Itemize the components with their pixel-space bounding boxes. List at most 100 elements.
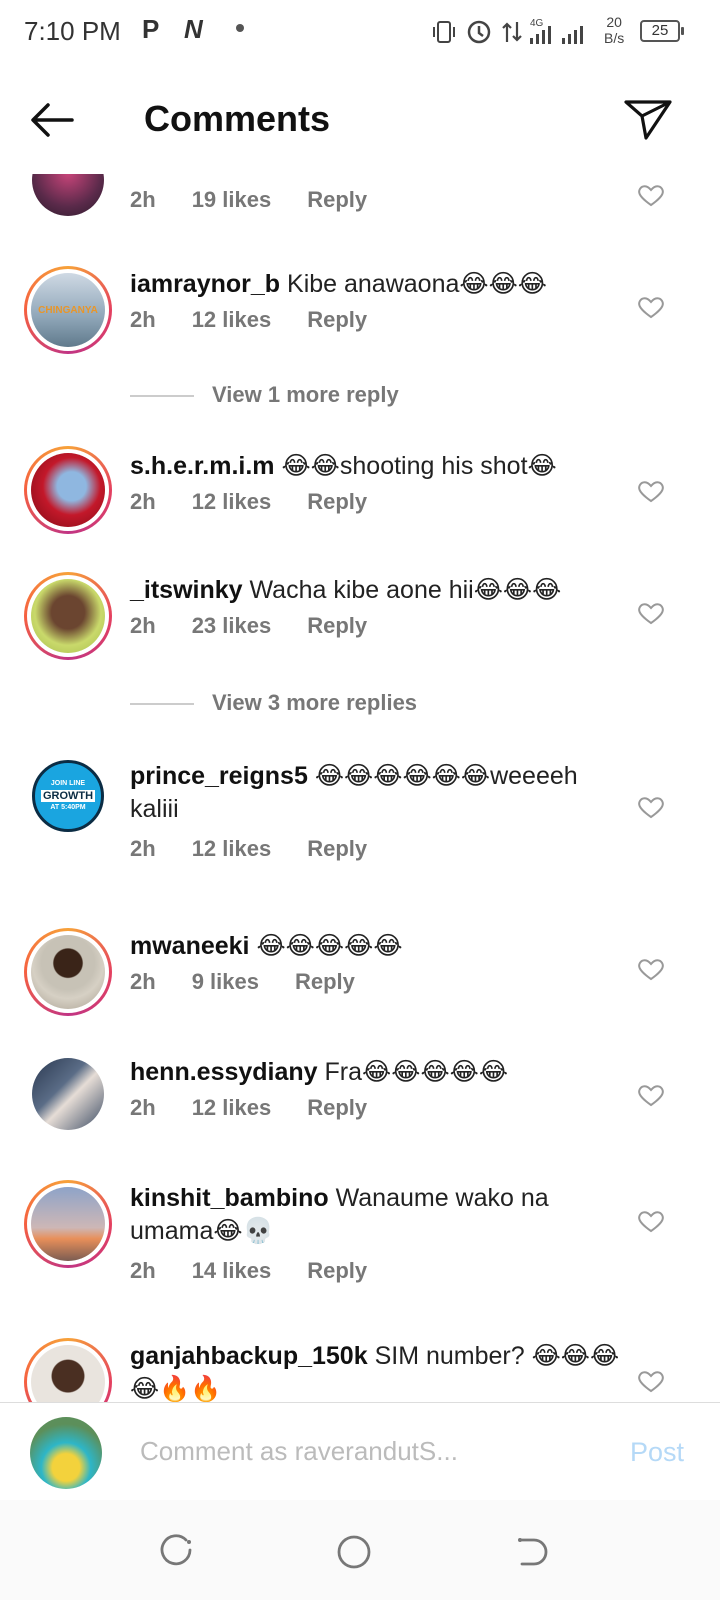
comment-likes[interactable]: 12 likes [192, 1095, 272, 1120]
comment-username[interactable]: mwaneeki [130, 932, 250, 960]
comment-likes[interactable]: 12 likes [192, 489, 272, 514]
comment-likes[interactable]: 9 likes [192, 969, 259, 994]
comment-content: Fra😂😂😂😂😂 [324, 1058, 509, 1086]
divider [130, 703, 194, 706]
comment-likes[interactable]: 14 likes [192, 1258, 272, 1283]
comment-time: 2h [130, 187, 156, 212]
comment-text: s.h.e.r.m.i.m 😂😂shooting his shot😂 [130, 450, 630, 483]
comment-time: 2h [130, 613, 156, 638]
recents-icon[interactable] [160, 1534, 196, 1570]
system-navigation-bar [0, 1500, 720, 1600]
data-transfer-icon [502, 22, 522, 42]
view-more-replies-button[interactable]: View 3 more replies [130, 690, 417, 716]
comment-username[interactable]: iamraynor_b [130, 270, 280, 298]
like-heart-icon[interactable] [636, 1080, 666, 1110]
share-direct-icon[interactable] [622, 92, 674, 144]
comment-composer: Post [0, 1402, 720, 1500]
avatar-text-2: GROWTH [40, 790, 96, 802]
reply-button[interactable]: Reply [307, 836, 367, 861]
home-icon[interactable] [336, 1534, 372, 1570]
avatar-text-3: AT 5:40PM [50, 804, 86, 811]
vibrate-icon [433, 21, 455, 43]
like-heart-icon[interactable] [636, 598, 666, 628]
status-time: 7:10 PM [24, 16, 121, 46]
avatar[interactable] [32, 174, 104, 216]
comment-meta: 2h 14 likes Reply [130, 1258, 630, 1284]
comment-input[interactable] [140, 1433, 580, 1469]
like-heart-icon[interactable] [636, 954, 666, 984]
avatar[interactable]: CHINGANYA [24, 266, 112, 354]
like-heart-icon[interactable] [636, 292, 666, 322]
svg-text:4G: 4G [530, 18, 544, 29]
comment-content: Wacha kibe aone hii😂😂😂 [249, 576, 562, 604]
comment-text: prince_reigns5 😂😂😂😂😂😂weeeeh kaliii [130, 760, 630, 826]
reply-button[interactable]: Reply [307, 187, 367, 212]
like-heart-icon[interactable] [636, 1366, 666, 1396]
comment-time: 2h [130, 1095, 156, 1120]
avatar[interactable] [24, 572, 112, 660]
comment-likes[interactable]: 12 likes [192, 836, 272, 861]
current-user-avatar[interactable] [30, 1417, 102, 1489]
comment-content: 😂😂😂😂😂 [256, 932, 403, 960]
comment-body: ganjahbackup_150k SIM number? 😂😂😂😂🔥🔥 [130, 1340, 630, 1402]
status-bar: 7:10 PM P N 4G 20 B/s 25 [0, 0, 720, 64]
post-button[interactable]: Post [630, 1437, 684, 1468]
comment-username[interactable]: prince_reigns5 [130, 762, 308, 790]
reply-button[interactable]: Reply [307, 307, 367, 332]
reply-button[interactable]: Reply [295, 969, 355, 994]
comment-likes[interactable]: 12 likes [192, 307, 272, 332]
like-heart-icon[interactable] [636, 180, 666, 210]
comment-username[interactable]: _itswinky [130, 576, 243, 604]
like-heart-icon[interactable] [636, 476, 666, 506]
notification-dot-icon [236, 24, 244, 32]
comment-body: mwaneeki 😂😂😂😂😂 2h 9 likes Reply [130, 930, 630, 995]
like-heart-icon[interactable] [636, 1206, 666, 1236]
comment-likes[interactable]: 19 likes [192, 187, 272, 212]
comment-body: kinshit_bambino Wanaume wako na umama😂💀 … [130, 1182, 630, 1284]
comment-meta: 2h 19 likes Reply [130, 187, 630, 213]
reply-button[interactable]: Reply [307, 1258, 367, 1283]
avatar[interactable] [24, 1180, 112, 1268]
back-nav-icon[interactable] [512, 1534, 548, 1570]
comment-username[interactable]: s.h.e.r.m.i.m [130, 452, 275, 480]
comment-text: henn.essydiany Fra😂😂😂😂😂 [130, 1056, 630, 1089]
comment-likes[interactable]: 23 likes [192, 613, 272, 638]
comment-username[interactable]: ganjahbackup_150k [130, 1342, 368, 1370]
comment-body: _itswinky Wacha kibe aone hii😂😂😂 2h 23 li… [130, 574, 630, 639]
notification-n-icon: N [184, 14, 203, 44]
comment-meta: 2h 9 likes Reply [130, 969, 630, 995]
comment-username[interactable]: kinshit_bambino [130, 1184, 329, 1212]
reply-button[interactable]: Reply [307, 613, 367, 638]
avatar[interactable]: JOIN LINE GROWTH AT 5:40PM [32, 760, 104, 832]
comment-body: prince_reigns5 😂😂😂😂😂😂weeeeh kaliii 2h 12 … [130, 760, 630, 862]
comment-meta: 2h 12 likes Reply [130, 489, 630, 515]
divider [130, 395, 194, 398]
network-speed: 20 B/s [604, 14, 624, 46]
comment-body: 2h 19 likes Reply [130, 174, 630, 213]
reply-button[interactable]: Reply [307, 1095, 367, 1120]
like-heart-icon[interactable] [636, 792, 666, 822]
comment-text: _itswinky Wacha kibe aone hii😂😂😂 [130, 574, 630, 607]
comment-body: s.h.e.r.m.i.m 😂😂shooting his shot😂 2h 12 … [130, 450, 630, 515]
signal-icon: 4G [530, 18, 583, 44]
view-more-label: View 3 more replies [212, 690, 418, 715]
comment-content: Kibe anawaona😂😂😂 [287, 270, 548, 298]
avatar-watermark: CHINGANYA [38, 304, 98, 316]
comment-text: ganjahbackup_150k SIM number? 😂😂😂😂🔥🔥 [130, 1340, 630, 1402]
comments-list[interactable]: 2h 19 likes Reply CHINGANYA iamraynor_b Ki… [0, 174, 720, 1402]
comment-text: mwaneeki 😂😂😂😂😂 [130, 930, 630, 963]
reply-button[interactable]: Reply [307, 489, 367, 514]
comment-username[interactable]: henn.essydiany [130, 1058, 318, 1086]
avatar[interactable] [24, 1338, 112, 1402]
comment-body: iamraynor_b Kibe anawaona😂😂😂 2h 12 likes R… [130, 268, 630, 333]
avatar[interactable] [24, 928, 112, 1016]
comment-content: 😂😂shooting his shot😂 [281, 452, 557, 480]
view-more-replies-button[interactable]: View 1 more reply [130, 382, 399, 408]
back-arrow-icon[interactable] [26, 94, 78, 146]
page-title: Comments [144, 98, 331, 139]
avatar[interactable] [24, 446, 112, 534]
comment-time: 2h [130, 836, 156, 861]
avatar[interactable] [32, 1058, 104, 1130]
comment-meta: 2h 23 likes Reply [130, 613, 630, 639]
comment-time: 2h [130, 489, 156, 514]
